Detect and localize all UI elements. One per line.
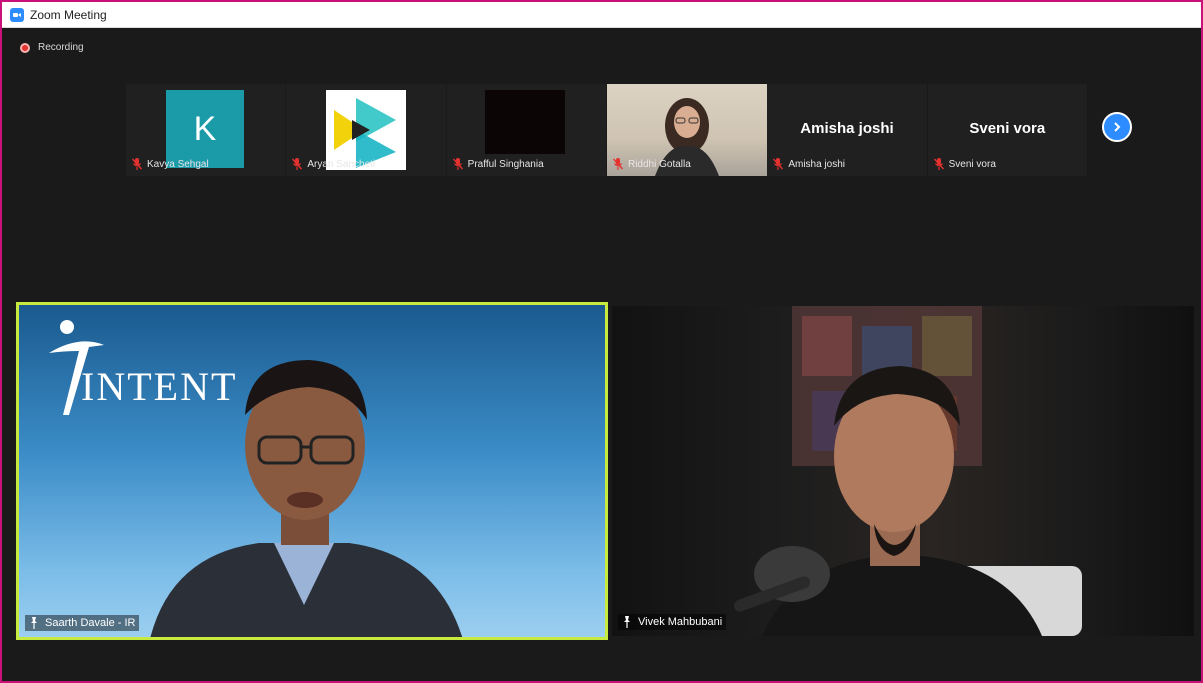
participant-video: [484, 90, 565, 154]
participant-name-tag: Aryan Sancheti: [292, 158, 375, 170]
meeting-stage: Recording K Kavya Sehgal Aryan Sancheti …: [2, 28, 1201, 681]
participant-display-name: Amisha joshi: [800, 120, 894, 137]
participant-name: Amisha joshi: [788, 158, 846, 170]
mic-muted-icon: [933, 158, 944, 170]
participant-strip: K Kavya Sehgal Aryan Sancheti Prafful Si…: [126, 84, 1088, 176]
recording-label: Recording: [38, 42, 84, 53]
participant-video: [734, 306, 1082, 636]
chevron-right-icon: [1114, 122, 1121, 132]
participant-name-tag: Prafful Singhania: [452, 158, 544, 170]
participant-thumbnail[interactable]: Prafful Singhania: [446, 84, 606, 176]
participant-name: Kavya Sehgal: [147, 158, 209, 170]
zoom-icon: [10, 7, 24, 22]
mic-muted-icon: [132, 158, 142, 170]
participant-thumbnail[interactable]: Sveni vora Sveni vora: [927, 84, 1087, 176]
participant-video-tile[interactable]: Vivek Mahbubani: [612, 306, 1194, 636]
participant-name: Saarth Davale - IR: [45, 617, 136, 629]
participant-thumbnail[interactable]: Amisha joshi Amisha joshi: [767, 84, 927, 176]
intent-logo-text: INTENT: [81, 364, 238, 409]
mic-muted-icon: [773, 158, 784, 170]
participant-display-name: Sveni vora: [969, 120, 1046, 137]
participant-thumbnail[interactable]: Aryan Sancheti: [286, 84, 446, 176]
recording-dot-icon: [20, 42, 30, 53]
participant-name-tag: Kavya Sehgal: [132, 158, 209, 170]
participant-name: Prafful Singhania: [467, 158, 544, 170]
participant-name: Aryan Sancheti: [307, 158, 376, 170]
participant-name-tag: Saarth Davale - IR: [25, 615, 140, 631]
recording-indicator[interactable]: Recording: [20, 42, 84, 53]
speaker-video: [49, 320, 463, 637]
participant-name-tag: Sveni vora: [933, 158, 996, 170]
next-page-button[interactable]: [1102, 112, 1132, 142]
participant-name-tag: Vivek Mahbubani: [618, 614, 727, 630]
title-bar: Zoom Meeting: [2, 2, 1201, 28]
avatar-letter: K: [193, 109, 217, 148]
participant-name-tag: Riddhi Gotalla: [612, 158, 691, 170]
mic-muted-icon: [452, 158, 463, 170]
mic-muted-icon: [612, 158, 623, 170]
speaker-video-tile[interactable]: INTENT Saarth Davale - IR: [16, 302, 608, 640]
participant-name: Riddhi Gotalla: [627, 158, 691, 170]
zoom-window: Zoom Meeting Recording K Kavya Sehgal Ar…: [0, 0, 1203, 683]
window-title: Zoom Meeting: [30, 7, 107, 22]
pin-icon: [624, 616, 630, 628]
avatar: K: [166, 90, 244, 168]
pin-icon: [31, 617, 37, 629]
participant-thumbnail[interactable]: K Kavya Sehgal: [126, 84, 286, 176]
participant-name: Vivek Mahbubani: [638, 616, 723, 628]
participant-name-tag: Amisha joshi: [773, 158, 845, 170]
participant-name: Sveni vora: [948, 158, 996, 170]
mic-muted-icon: [292, 158, 303, 170]
participant-thumbnail[interactable]: Riddhi Gotalla: [606, 84, 767, 176]
